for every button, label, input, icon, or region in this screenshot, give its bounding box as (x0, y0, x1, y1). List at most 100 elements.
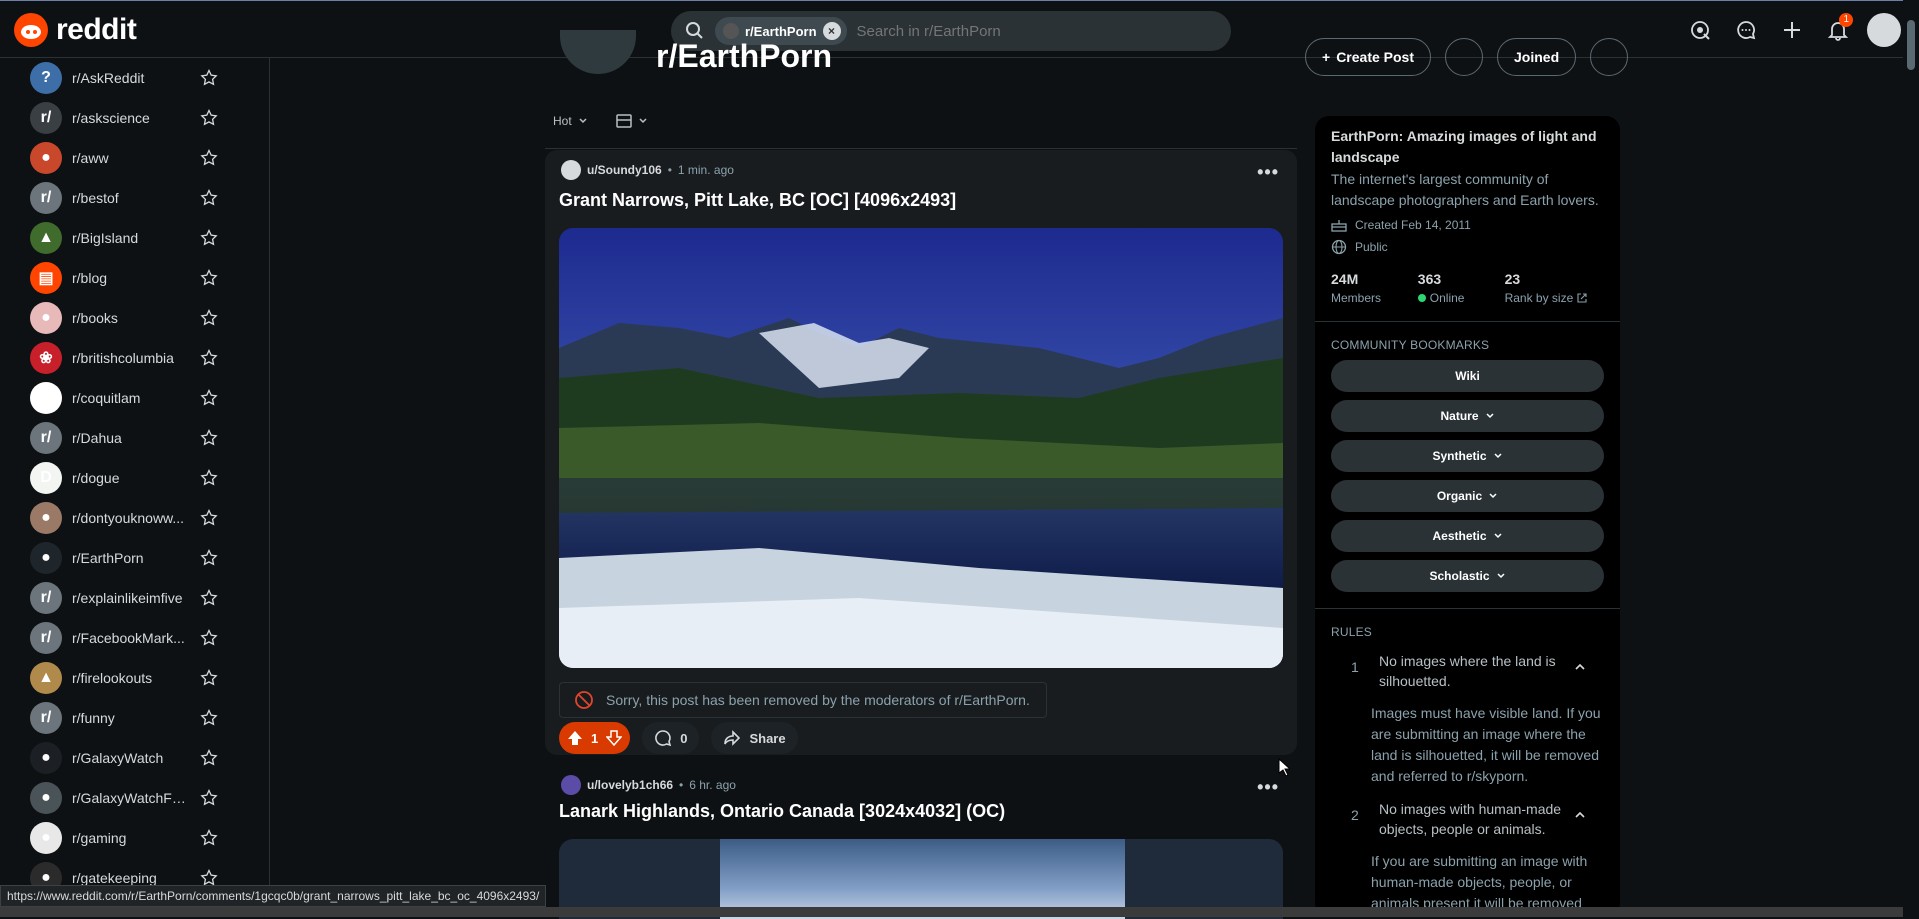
sidebar-item[interactable]: ▲r/BigIsland (0, 218, 269, 258)
star-icon[interactable] (200, 829, 218, 847)
sidebar-item-label: r/GalaxyWatchFa... (72, 790, 190, 806)
rules-heading: RULES (1331, 625, 1604, 639)
create-post-button[interactable]: +Create Post (1305, 38, 1431, 76)
bookmark-label: Nature (1440, 409, 1478, 423)
vote-count: 1 (591, 731, 598, 746)
star-icon[interactable] (200, 69, 218, 87)
user-avatar[interactable] (1867, 13, 1901, 47)
sidebar-item[interactable]: r/r/bestof (0, 178, 269, 218)
sidebar-item[interactable]: ●r/books (0, 298, 269, 338)
rule-item[interactable]: 2No images with human-made objects, peop… (1331, 799, 1604, 914)
community-name: r/EarthPorn (656, 38, 832, 75)
top-bar: reddit r/EarthPorn × 1 (0, 0, 1919, 58)
star-icon[interactable] (200, 189, 218, 207)
sidebar-item[interactable]: ●r/EarthPorn (0, 538, 269, 578)
members-label: Members (1331, 291, 1381, 305)
post-card[interactable]: u/Soundy106 • 1 min. ago ••• Grant Narro… (545, 150, 1297, 755)
sidebar-item[interactable]: ·r/coquitlam (0, 378, 269, 418)
sidebar-item[interactable]: r/r/explainlikeimfive (0, 578, 269, 618)
notifications-toggle-button[interactable] (1445, 38, 1483, 76)
user-avatar[interactable] (561, 775, 581, 795)
online-stat: 363 Online (1418, 271, 1505, 305)
notifications-button[interactable]: 1 (1821, 13, 1855, 47)
more-options-icon[interactable]: ••• (1257, 162, 1279, 183)
rule-item[interactable]: 1No images where the land is silhouetted… (1331, 651, 1604, 787)
sidebar-item[interactable]: ▤r/blog (0, 258, 269, 298)
view-dropdown[interactable] (616, 114, 648, 128)
post-author[interactable]: u/lovelyb1ch66 (587, 778, 673, 792)
bookmark-button[interactable]: Nature (1331, 400, 1604, 432)
post-card[interactable]: u/lovelyb1ch66 • 6 hr. ago ••• Lanark Hi… (545, 765, 1297, 917)
star-icon[interactable] (200, 269, 218, 287)
star-icon[interactable] (200, 149, 218, 167)
star-icon[interactable] (200, 549, 218, 567)
page-scrollbar[interactable] (1903, 0, 1919, 917)
bookmarks-heading: COMMUNITY BOOKMARKS (1331, 338, 1604, 352)
sidebar-item[interactable]: ?r/AskReddit (0, 58, 269, 98)
star-icon[interactable] (200, 669, 218, 687)
chevron-up-icon[interactable] (1574, 661, 1586, 673)
chat-button[interactable] (1729, 13, 1763, 47)
star-icon[interactable] (200, 389, 218, 407)
meta-separator: • (679, 778, 683, 792)
sidebar-item[interactable]: r/r/FacebookMark... (0, 618, 269, 658)
user-avatar[interactable] (561, 160, 581, 180)
reddit-logo[interactable]: reddit (14, 13, 136, 47)
sidebar-item[interactable]: r/r/funny (0, 698, 269, 738)
star-icon[interactable] (200, 749, 218, 767)
chevron-up-icon[interactable] (1574, 809, 1586, 821)
sidebar-item[interactable]: Dr/dogue (0, 458, 269, 498)
bookmark-button[interactable]: Organic (1331, 480, 1604, 512)
advertise-button[interactable] (1683, 13, 1717, 47)
more-options-button[interactable] (1590, 38, 1628, 76)
community-avatar: ● (30, 302, 62, 334)
star-icon[interactable] (200, 789, 218, 807)
sidebar-item[interactable]: ▲r/firelookouts (0, 658, 269, 698)
comments-button[interactable]: 0 (642, 722, 699, 754)
post-title[interactable]: Grant Narrows, Pitt Lake, BC [OC] [4096x… (559, 190, 956, 211)
bookmark-button[interactable]: Scholastic (1331, 560, 1604, 592)
sidebar-item[interactable]: ●r/aww (0, 138, 269, 178)
star-icon[interactable] (200, 429, 218, 447)
sidebar-item[interactable]: ❀r/britishcolumbia (0, 338, 269, 378)
sidebar-item[interactable]: ●r/GalaxyWatch (0, 738, 269, 778)
post-image[interactable] (559, 228, 1283, 668)
post-author[interactable]: u/Soundy106 (587, 163, 662, 177)
star-icon[interactable] (200, 109, 218, 127)
star-icon[interactable] (200, 709, 218, 727)
bookmark-button[interactable]: Wiki (1331, 360, 1604, 392)
sidebar-item[interactable]: r/r/askscience (0, 98, 269, 138)
create-post-label: Create Post (1336, 49, 1414, 65)
star-icon[interactable] (200, 229, 218, 247)
community-description: The internet's largest community of land… (1331, 169, 1604, 211)
star-icon[interactable] (200, 349, 218, 367)
star-icon[interactable] (200, 309, 218, 327)
community-avatar: r/ (30, 622, 62, 654)
more-options-icon[interactable]: ••• (1257, 777, 1279, 798)
create-button[interactable] (1775, 13, 1809, 47)
sidebar-item-label: r/coquitlam (72, 390, 190, 406)
upvote-icon[interactable] (567, 730, 583, 746)
share-button[interactable]: Share (711, 722, 797, 754)
sidebar-item[interactable]: ●r/gaming (0, 818, 269, 858)
sort-bar: Hot (553, 114, 648, 128)
star-icon[interactable] (200, 509, 218, 527)
sort-dropdown[interactable]: Hot (553, 114, 588, 128)
chevron-down-icon (1485, 411, 1495, 421)
bookmark-button[interactable]: Aesthetic (1331, 520, 1604, 552)
star-icon[interactable] (200, 589, 218, 607)
sidebar-item[interactable]: ●r/GalaxyWatchFa... (0, 778, 269, 818)
sidebar-item[interactable]: ●r/dontyouknoww... (0, 498, 269, 538)
star-icon[interactable] (200, 629, 218, 647)
bookmark-button[interactable]: Synthetic (1331, 440, 1604, 472)
scrollbar-thumb[interactable] (1907, 20, 1915, 70)
joined-button[interactable]: Joined (1497, 38, 1576, 76)
sidebar-item[interactable]: r/r/Dahua (0, 418, 269, 458)
search-input[interactable] (857, 23, 1197, 40)
post-title[interactable]: Lanark Highlands, Ontario Canada [3024x4… (559, 801, 1005, 822)
community-avatar: ▲ (30, 662, 62, 694)
rank-stat[interactable]: 23 Rank by size (1505, 271, 1604, 305)
star-icon[interactable] (200, 469, 218, 487)
left-sidebar: ?r/AskRedditr/r/askscience●r/awwr/r/best… (0, 58, 270, 917)
downvote-icon[interactable] (606, 730, 622, 746)
